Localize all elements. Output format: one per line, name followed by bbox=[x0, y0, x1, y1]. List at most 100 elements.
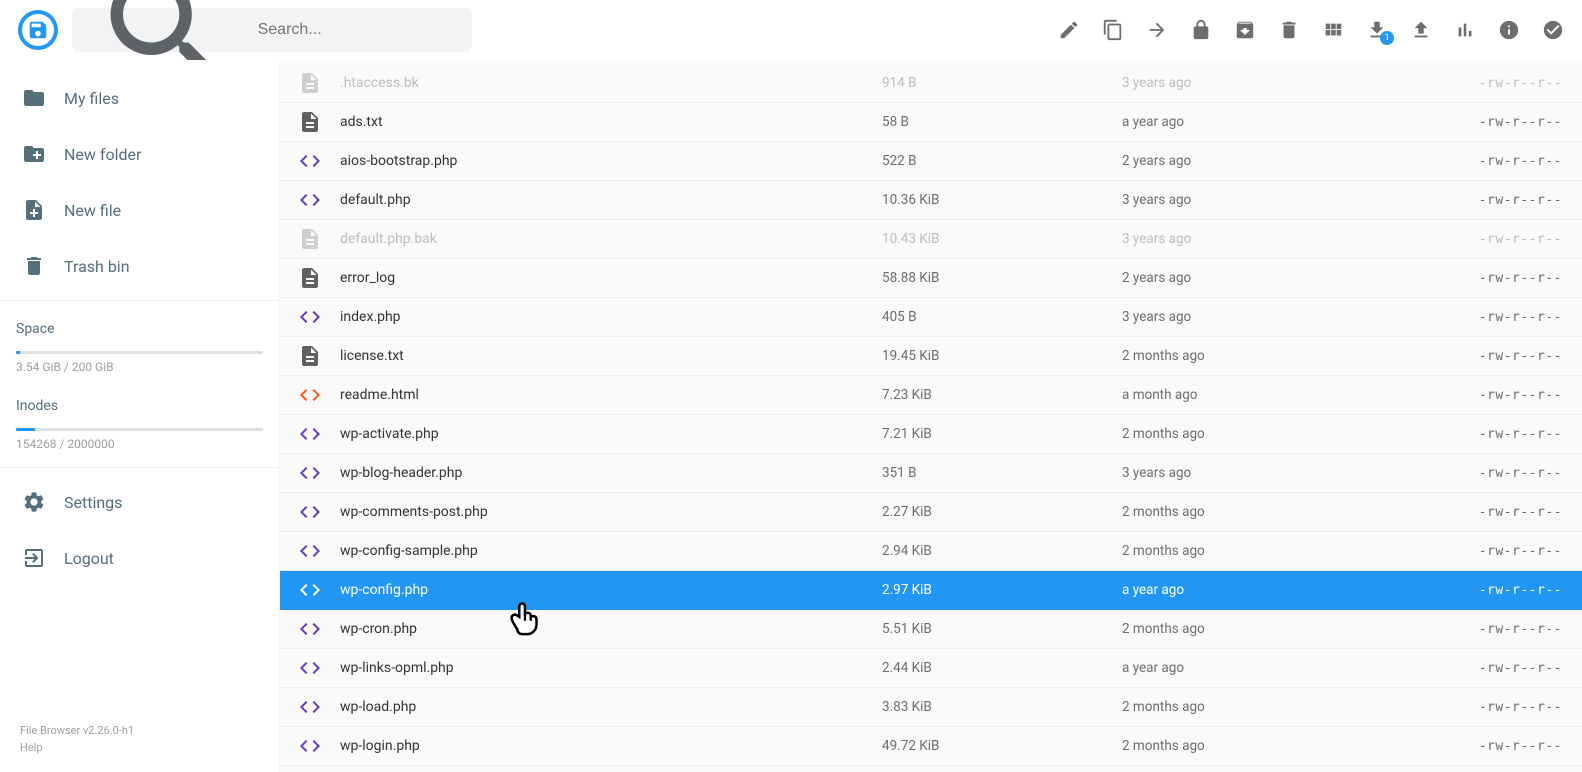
copy-button[interactable] bbox=[1102, 19, 1124, 41]
file-permissions: -rw-r--r-- bbox=[1362, 193, 1562, 208]
file-size: 19.45 KiB bbox=[882, 348, 1122, 364]
file-row[interactable]: wp-activate.php7.21 KiB2 months ago-rw-r… bbox=[280, 415, 1582, 454]
new-folder-icon bbox=[22, 142, 46, 166]
sidebar-my-files[interactable]: My files bbox=[0, 70, 279, 126]
file-row[interactable]: default.php10.36 KiB3 years ago-rw-r--r-… bbox=[280, 181, 1582, 220]
file-row[interactable]: wp-login.php49.72 KiB2 months ago-rw-r--… bbox=[280, 727, 1582, 766]
file-icon bbox=[280, 461, 340, 485]
file-icon bbox=[280, 383, 340, 407]
file-permissions: -rw-r--r-- bbox=[1362, 700, 1562, 715]
file-icon bbox=[280, 71, 340, 95]
file-modified: 2 months ago bbox=[1122, 738, 1362, 754]
file-modified: 2 years ago bbox=[1122, 153, 1362, 169]
file-permissions: -rw-r--r-- bbox=[1362, 232, 1562, 247]
file-modified: 3 years ago bbox=[1122, 231, 1362, 247]
sidebar-new-file[interactable]: New file bbox=[0, 182, 279, 238]
sidebar-new-folder[interactable]: New folder bbox=[0, 126, 279, 182]
file-size: 5.51 KiB bbox=[882, 621, 1122, 637]
file-permissions: -rw-r--r-- bbox=[1362, 466, 1562, 481]
file-row[interactable]: .htaccess.bk914 B3 years ago-rw-r--r-- bbox=[280, 64, 1582, 103]
file-size: 522 B bbox=[882, 153, 1122, 169]
select-all-button[interactable] bbox=[1542, 19, 1564, 41]
file-row[interactable]: wp-links-opml.php2.44 KiBa year ago-rw-r… bbox=[280, 649, 1582, 688]
sidebar-settings[interactable]: Settings bbox=[0, 474, 279, 530]
search-input[interactable] bbox=[258, 21, 458, 39]
file-modified: 3 years ago bbox=[1122, 192, 1362, 208]
file-permissions: -rw-r--r-- bbox=[1362, 76, 1562, 91]
file-modified: 2 years ago bbox=[1122, 270, 1362, 286]
file-name: .htaccess.bk bbox=[340, 75, 882, 91]
file-size: 7.23 KiB bbox=[882, 387, 1122, 403]
permissions-button[interactable] bbox=[1190, 19, 1212, 41]
file-name: wp-config-sample.php bbox=[340, 543, 882, 559]
file-size: 405 B bbox=[882, 309, 1122, 325]
file-name: aios-bootstrap.php bbox=[340, 153, 882, 169]
upload-button[interactable] bbox=[1410, 19, 1432, 41]
file-row[interactable]: wp-comments-post.php2.27 KiB2 months ago… bbox=[280, 493, 1582, 532]
file-size: 58.88 KiB bbox=[882, 270, 1122, 286]
file-modified: a year ago bbox=[1122, 114, 1362, 130]
file-row[interactable]: wp-config-sample.php2.94 KiB2 months ago… bbox=[280, 532, 1582, 571]
file-row[interactable]: wp-blog-header.php351 B3 years ago-rw-r-… bbox=[280, 454, 1582, 493]
stats-button[interactable] bbox=[1454, 19, 1476, 41]
file-icon bbox=[280, 227, 340, 251]
file-row[interactable]: wp-cron.php5.51 KiB2 months ago-rw-r--r-… bbox=[280, 610, 1582, 649]
file-row[interactable]: wp-config.php2.97 KiBa year ago-rw-r--r-… bbox=[280, 571, 1582, 610]
app-logo[interactable] bbox=[18, 10, 58, 50]
file-icon bbox=[280, 695, 340, 719]
version-text: File Browser v2.26.0-h1 bbox=[20, 723, 259, 740]
file-row[interactable]: aios-bootstrap.php522 B2 years ago-rw-r-… bbox=[280, 142, 1582, 181]
file-size: 2.27 KiB bbox=[882, 504, 1122, 520]
space-bar bbox=[16, 351, 263, 354]
file-modified: 2 months ago bbox=[1122, 621, 1362, 637]
logout-icon bbox=[22, 546, 46, 570]
file-row[interactable]: wp-load.php3.83 KiB2 months ago-rw-r--r-… bbox=[280, 688, 1582, 727]
space-text: 3.54 GiB / 200 GiB bbox=[0, 360, 279, 384]
archive-button[interactable] bbox=[1234, 19, 1256, 41]
file-permissions: -rw-r--r-- bbox=[1362, 661, 1562, 676]
file-name: default.php bbox=[340, 192, 882, 208]
search-box[interactable] bbox=[72, 8, 472, 52]
download-button[interactable]: 1 bbox=[1366, 19, 1388, 41]
folder-icon bbox=[22, 86, 46, 110]
file-name: readme.html bbox=[340, 387, 882, 403]
info-button[interactable] bbox=[1498, 19, 1520, 41]
file-permissions: -rw-r--r-- bbox=[1362, 505, 1562, 520]
file-name: error_log bbox=[340, 270, 882, 286]
sidebar-label: Trash bin bbox=[64, 257, 130, 276]
delete-button[interactable] bbox=[1278, 19, 1300, 41]
file-row[interactable]: ads.txt58 Ba year ago-rw-r--r-- bbox=[280, 103, 1582, 142]
help-link[interactable]: Help bbox=[20, 740, 259, 757]
file-name: index.php bbox=[340, 309, 882, 325]
file-name: wp-links-opml.php bbox=[340, 660, 882, 676]
file-icon bbox=[280, 656, 340, 680]
file-size: 10.36 KiB bbox=[882, 192, 1122, 208]
file-modified: 2 months ago bbox=[1122, 699, 1362, 715]
file-modified: 3 years ago bbox=[1122, 75, 1362, 91]
trash-icon bbox=[22, 254, 46, 278]
sidebar-logout[interactable]: Logout bbox=[0, 530, 279, 586]
file-row[interactable]: license.txt19.45 KiB2 months ago-rw-r--r… bbox=[280, 337, 1582, 376]
file-size: 49.72 KiB bbox=[882, 738, 1122, 754]
file-icon bbox=[280, 617, 340, 641]
file-row[interactable]: default.php.bak10.43 KiB3 years ago-rw-r… bbox=[280, 220, 1582, 259]
file-name: wp-activate.php bbox=[340, 426, 882, 442]
sidebar-label: New folder bbox=[64, 145, 141, 164]
move-button[interactable] bbox=[1146, 19, 1168, 41]
file-icon bbox=[280, 539, 340, 563]
file-row[interactable]: readme.html7.23 KiBa month ago-rw-r--r-- bbox=[280, 376, 1582, 415]
file-row[interactable]: error_log58.88 KiB2 years ago-rw-r--r-- bbox=[280, 259, 1582, 298]
edit-button[interactable] bbox=[1058, 19, 1080, 41]
file-size: 2.97 KiB bbox=[882, 582, 1122, 598]
file-name: ads.txt bbox=[340, 114, 882, 130]
file-modified: a year ago bbox=[1122, 582, 1362, 598]
sidebar-trash[interactable]: Trash bin bbox=[0, 238, 279, 294]
file-name: wp-blog-header.php bbox=[340, 465, 882, 481]
file-icon bbox=[280, 500, 340, 524]
file-modified: 2 months ago bbox=[1122, 426, 1362, 442]
file-modified: 3 years ago bbox=[1122, 309, 1362, 325]
file-row[interactable]: index.php405 B3 years ago-rw-r--r-- bbox=[280, 298, 1582, 337]
file-size: 58 B bbox=[882, 114, 1122, 130]
view-grid-button[interactable] bbox=[1322, 19, 1344, 41]
file-icon bbox=[280, 578, 340, 602]
